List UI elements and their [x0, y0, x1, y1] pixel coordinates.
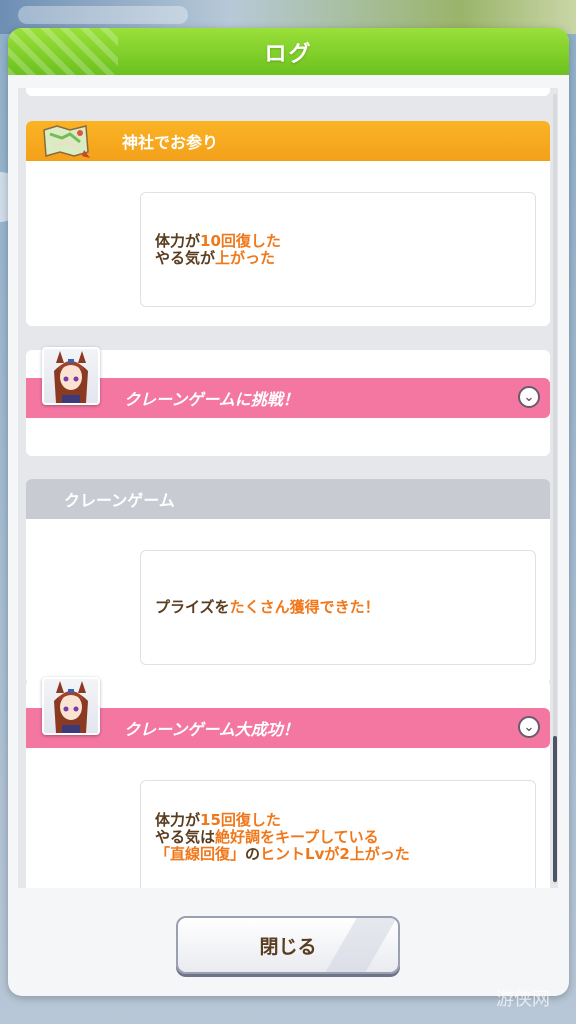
- entry-header: クレーンゲーム大成功！ ⌄: [26, 708, 550, 748]
- background-chip: [18, 6, 188, 24]
- text-run: 体力が: [155, 231, 201, 250]
- entry-message: 体力が15回復した やる気は絶好調をキープしている 「直線回復」のヒントLvが2…: [140, 780, 536, 888]
- entry-header: クレーンゲーム: [26, 479, 550, 519]
- log-dialog: ログ 神社でお参り 体力が10回復した やる気が上がった クレーンゲームに挑戦！…: [8, 28, 569, 996]
- log-entry-crane-challenge[interactable]: クレーンゲームに挑戦！ ⌄: [26, 350, 550, 456]
- log-entry-shrine: 神社でお参り 体力が10回復した やる気が上がった: [26, 121, 550, 326]
- button-shine: [323, 918, 397, 972]
- entry-message: 体力が10回復した やる気が上がった: [140, 192, 536, 307]
- highlight-run: 15回復した: [200, 811, 281, 829]
- dialog-header: ログ: [8, 28, 569, 75]
- message-line: 体力が10回復した: [155, 231, 535, 250]
- entry-header: 神社でお参り: [26, 121, 550, 161]
- highlight-run: たくさん獲得できた！: [229, 598, 380, 616]
- text-run: やる気は: [155, 828, 216, 846]
- highlight-run: 10回復した: [200, 231, 281, 250]
- message-line: やる気は絶好調をキープしている: [155, 829, 535, 846]
- character-portrait-icon: [54, 351, 88, 403]
- chevron-down-icon[interactable]: ⌄: [518, 716, 540, 738]
- watermark: 游侠网: [496, 989, 550, 1010]
- highlight-run: 絶好調をキープしている: [215, 828, 379, 846]
- entry-message: プライズをたくさん獲得できた！: [140, 550, 536, 665]
- character-avatar: [42, 347, 100, 405]
- text-run: 体力が: [155, 811, 201, 829]
- character-portrait-icon: [54, 681, 88, 733]
- message-line: 「直線回復」のヒントLvが2上がった: [155, 846, 535, 863]
- highlight-run: 上がった: [215, 248, 276, 267]
- scrollbar-thumb[interactable]: [553, 736, 557, 882]
- highlight-run: 「直線回復」: [155, 845, 246, 863]
- log-entry-crane-success[interactable]: クレーンゲーム大成功！ ⌄ 体力が15回復した やる気は絶好調をキープしている …: [26, 680, 550, 888]
- previous-card: [26, 88, 550, 96]
- message-line: プライズをたくさん獲得できた！: [155, 599, 535, 616]
- close-button[interactable]: 閉じる: [176, 916, 400, 974]
- message-line: やる気が上がった: [155, 248, 535, 267]
- text-run: プライズを: [155, 598, 230, 616]
- entry-header: クレーンゲームに挑戦！ ⌄: [26, 378, 550, 418]
- log-list[interactable]: 神社でお参り 体力が10回復した やる気が上がった クレーンゲームに挑戦！ ⌄ …: [18, 88, 558, 888]
- entry-title: クレーンゲーム: [64, 491, 175, 510]
- character-avatar: [42, 677, 100, 735]
- dialog-title: ログ: [264, 41, 313, 67]
- header-pattern: [8, 28, 118, 75]
- map-icon: [43, 125, 90, 158]
- close-button-label: 閉じる: [259, 935, 317, 958]
- chevron-down-icon[interactable]: ⌄: [518, 386, 540, 408]
- highlight-run: ヒントLvが2上がった: [260, 845, 410, 863]
- log-entry-crane-game: クレーンゲーム プライズをたくさん獲得できた！: [26, 479, 550, 684]
- text-run: やる気が: [155, 248, 216, 267]
- text-run: の: [245, 845, 261, 863]
- message-line: 体力が15回復した: [155, 812, 535, 829]
